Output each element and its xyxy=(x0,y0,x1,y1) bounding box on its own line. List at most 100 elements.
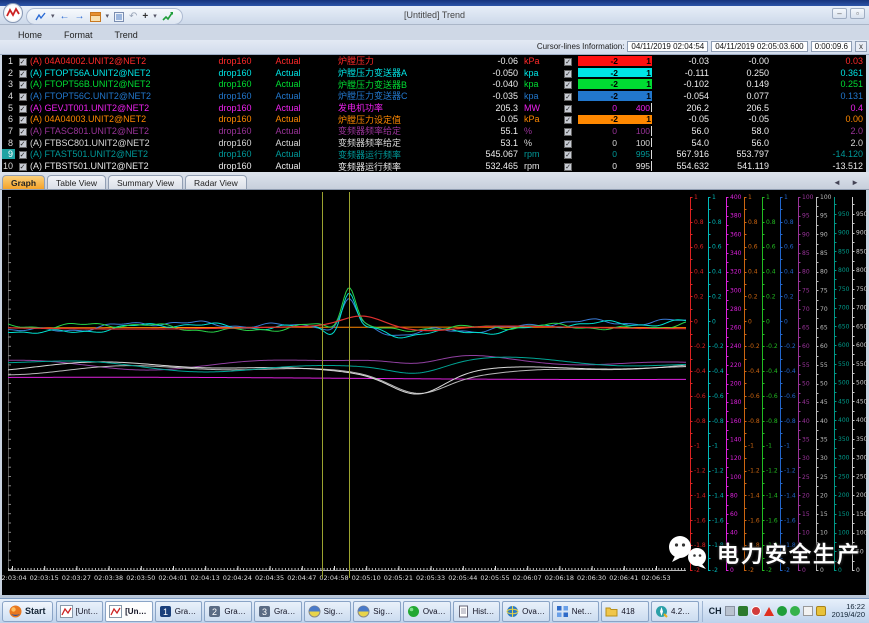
window-layout-icon[interactable] xyxy=(90,12,101,22)
start-button[interactable]: Start xyxy=(2,601,53,622)
forward-icon[interactable]: → xyxy=(75,12,85,22)
keyboard-icon[interactable] xyxy=(725,606,735,616)
pen-row-3[interactable]: 3✓(A) FTOPT56B.UNIT2@NET2drop160Actual炉膛… xyxy=(2,78,866,90)
view-tab-table-view[interactable]: Table View xyxy=(47,175,106,189)
pen-row-10[interactable]: 10✓(A) FTBST501.UNIT2@NET2drop160Actual变… xyxy=(2,160,866,172)
close-cursor-info-icon[interactable]: x xyxy=(855,41,867,52)
cursor-diff-value: -14.120 xyxy=(769,149,866,159)
minimize-button[interactable]: – xyxy=(832,8,847,19)
taskbar-item-graphics1[interactable]: 1Graphics - -... xyxy=(155,601,203,622)
scale-bar[interactable]: -21 xyxy=(578,115,652,125)
pen-checkbox[interactable]: ✓ xyxy=(19,151,27,159)
pen-checkbox[interactable]: ✓ xyxy=(564,81,572,89)
pen-checkbox[interactable]: ✓ xyxy=(19,116,27,124)
pen-checkbox[interactable]: ✓ xyxy=(19,70,27,78)
tray-flag-icon[interactable] xyxy=(803,606,813,616)
pen-checkbox[interactable]: ✓ xyxy=(19,93,27,101)
taskbar-item-compass[interactable]: 4.2负压调... xyxy=(651,601,699,622)
point-name: (A) FTOPT56C.UNIT2@NET2 xyxy=(30,91,210,101)
scale-bar[interactable]: 0400 xyxy=(578,103,652,113)
pen-checkbox[interactable]: ✓ xyxy=(564,58,572,66)
taskbar-item-alarm[interactable]: Ovation Alar... xyxy=(403,601,451,622)
pen-checkbox[interactable]: ✓ xyxy=(19,105,27,113)
point-description: 变频器运行频率 xyxy=(338,160,442,173)
pen-checkbox[interactable]: ✓ xyxy=(564,151,572,159)
pen-row-9[interactable]: 9✓(A) FTAST501.UNIT2@NET2drop160Actual变频… xyxy=(2,149,866,161)
scale-bar[interactable]: 0995 xyxy=(578,161,652,171)
view-tab-graph[interactable]: Graph xyxy=(2,175,45,189)
pen-checkbox[interactable]: ✓ xyxy=(19,128,27,136)
app-logo-icon[interactable] xyxy=(3,3,23,23)
taskbar-item-graphics2[interactable]: 2Graphics - -... xyxy=(204,601,252,622)
taskbar-item-label: [Untitled] Tr... xyxy=(76,607,100,616)
chart-icon[interactable] xyxy=(35,11,46,22)
taskbar-item-trend[interactable]: [Untitled] T... xyxy=(105,601,153,622)
taskbar-item-graphics3[interactable]: 3Graphics - -... xyxy=(254,601,302,622)
tray-green2-icon[interactable] xyxy=(790,606,800,616)
pen-checkbox[interactable]: ✓ xyxy=(564,116,572,124)
taskbar-item-folder[interactable]: 418 xyxy=(601,601,649,622)
live-trend-icon[interactable] xyxy=(162,11,174,22)
scale-bar[interactable]: 0995 xyxy=(578,150,652,160)
pen-row-5[interactable]: 5✓(A) GEVJT001.UNIT2@NET2drop160Actual发电… xyxy=(2,102,866,114)
view-tab-radar-view[interactable]: Radar View xyxy=(185,175,247,189)
tab-scroll-arrows[interactable]: ◄ ► xyxy=(833,178,863,187)
scale-bar[interactable]: 0100 xyxy=(578,138,652,148)
point-mode: Actual xyxy=(260,138,316,148)
pen-row-2[interactable]: 2✓(A) FTOPT56A.UNIT2@NET2drop160Actual炉膛… xyxy=(2,67,866,79)
taskbar-item-points[interactable]: Ovation Poin... xyxy=(502,601,550,622)
point-name: (A) FTBST501.UNIT2@NET2 xyxy=(30,161,210,171)
ribbon-tab-bar: HomeFormatTrend xyxy=(0,25,869,40)
pen-checkbox[interactable]: ✓ xyxy=(564,105,572,113)
back-icon[interactable]: ← xyxy=(60,12,70,22)
point-unit: rpm xyxy=(518,161,558,171)
tray-warning-icon[interactable] xyxy=(764,607,774,616)
scale-bar[interactable]: -21 xyxy=(578,91,652,101)
scale-bar[interactable]: -21 xyxy=(578,56,652,66)
scale-max: 1 xyxy=(631,79,652,89)
pen-checkbox[interactable]: ✓ xyxy=(564,70,572,78)
taskbar-item-signal[interactable]: Signal Diagra... xyxy=(304,601,352,622)
tray-shield-icon[interactable] xyxy=(816,606,826,616)
pen-checkbox[interactable]: ✓ xyxy=(564,163,572,171)
maximize-button[interactable]: ▫ xyxy=(850,8,865,19)
pen-row-6[interactable]: 6✓(A) 04A04003.UNIT2@NET2drop160Actual炉膛… xyxy=(2,113,866,125)
dropdown-icon[interactable]: ▾ xyxy=(51,12,55,22)
pen-row-4[interactable]: 4✓(A) FTOPT56C.UNIT2@NET2drop160Actual炉膛… xyxy=(2,90,866,102)
pen-row-1[interactable]: 1✓(A) 04A04002.UNIT2@NET2drop160Actual炉膛… xyxy=(2,55,866,67)
pen-row-7[interactable]: 7✓(A) FTASC801.UNIT2@NET2drop160Actual变频… xyxy=(2,125,866,137)
pen-checkbox[interactable]: ✓ xyxy=(564,128,572,136)
dropdown-icon[interactable]: ▾ xyxy=(106,12,110,22)
pen-checkbox[interactable]: ✓ xyxy=(19,140,27,148)
taskbar-item-network[interactable]: Network and... xyxy=(552,601,600,622)
taskbar-clock[interactable]: 16:22 2019/4/20 xyxy=(829,603,865,619)
pen-checkbox[interactable]: ✓ xyxy=(564,140,572,148)
taskbar-item-doc[interactable]: Historical Re... xyxy=(453,601,501,622)
scale-bar[interactable]: -21 xyxy=(578,68,652,78)
tray-green-card-icon[interactable] xyxy=(738,606,748,616)
pen-row-8[interactable]: 8✓(A) FTBSC801.UNIT2@NET2drop160Actual变频… xyxy=(2,137,866,149)
undo-icon[interactable]: ↶ xyxy=(129,12,137,22)
view-tab-summary-view[interactable]: Summary View xyxy=(108,175,183,189)
scale-min: -2 xyxy=(578,79,631,89)
taskbar-item-signal[interactable]: Signal Diagra... xyxy=(353,601,401,622)
language-indicator[interactable]: CH xyxy=(709,606,722,616)
pen-checkbox[interactable]: ✓ xyxy=(19,163,27,171)
dropdown-icon[interactable]: ▾ xyxy=(153,12,157,22)
pen-checkbox[interactable]: ✓ xyxy=(19,81,27,89)
tray-red-dot-icon[interactable] xyxy=(751,606,761,616)
cursor-delta-field[interactable]: 0:00:09.6 xyxy=(811,41,852,52)
pen-checkbox[interactable]: ✓ xyxy=(19,58,27,66)
row-number: 10 xyxy=(2,161,15,171)
taskbar-items: [Untitled] Tr... [Untitled] T...1Graphics… xyxy=(56,601,699,622)
scale-bar[interactable]: 0100 xyxy=(578,126,652,136)
tray-green-orb-icon[interactable] xyxy=(777,606,787,616)
cursor2-time-field[interactable]: 04/11/2019 02:05:03.600 xyxy=(711,41,807,52)
cursor1-time-field[interactable]: 04/11/2019 02:04:54 xyxy=(627,41,708,52)
details-list-icon[interactable] xyxy=(114,12,124,22)
add-pen-icon[interactable]: + xyxy=(142,12,148,22)
scale-bar[interactable]: -21 xyxy=(578,79,652,89)
taskbar-item-trend[interactable]: [Untitled] Tr... xyxy=(56,601,104,622)
pen-checkbox[interactable]: ✓ xyxy=(564,93,572,101)
cursor-diff-value: 2.0 xyxy=(769,138,866,148)
